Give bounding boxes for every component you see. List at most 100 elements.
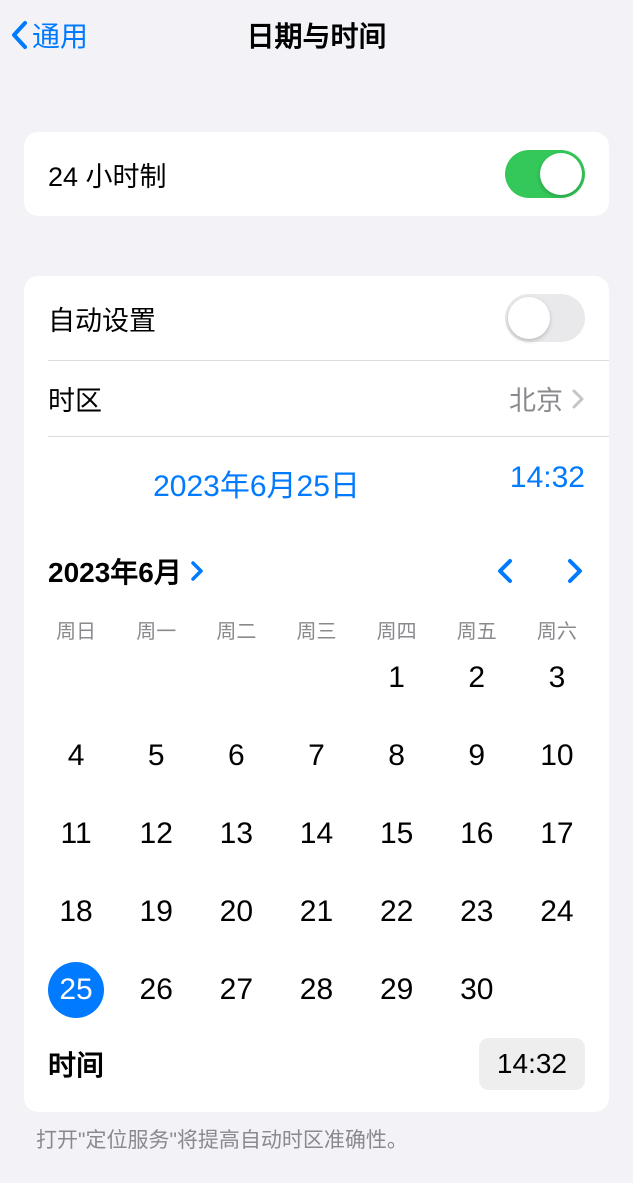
day-number: 30	[449, 962, 505, 1018]
timezone-value-wrap: 北京	[509, 379, 585, 418]
footnote: 打开"定位服务"将提高自动时区准确性。	[0, 1112, 633, 1154]
day-number: 26	[128, 962, 184, 1018]
day-number: 23	[449, 884, 505, 940]
day-cell[interactable]: 6	[196, 728, 276, 784]
day-number: 4	[48, 728, 104, 784]
toggle-knob	[540, 153, 582, 195]
day-cell[interactable]: 27	[196, 962, 276, 1018]
day-number: 25	[48, 962, 104, 1018]
time-display[interactable]: 14:32	[465, 461, 585, 505]
row-auto-set: 自动设置	[24, 276, 609, 360]
month-picker-button[interactable]: 2023年6月	[48, 551, 204, 591]
next-month-button[interactable]	[565, 556, 585, 586]
day-cell[interactable]: 16	[437, 806, 517, 862]
day-cell[interactable]: 10	[517, 728, 597, 784]
toggle-knob	[508, 297, 550, 339]
day-number: 6	[208, 728, 264, 784]
day-number: 13	[208, 806, 264, 862]
day-number: 10	[529, 728, 585, 784]
toggle-auto-set[interactable]	[505, 294, 585, 342]
day-cell[interactable]: 25	[36, 962, 116, 1018]
day-number: 11	[48, 806, 104, 862]
weekday-header: 周日周一周二周三周四周五周六	[24, 601, 609, 650]
day-cell[interactable]: 8	[357, 728, 437, 784]
chevron-left-icon	[10, 20, 30, 50]
nav-bar: 通用 日期与时间	[0, 0, 633, 70]
day-number: 14	[288, 806, 344, 862]
weekday-label: 周二	[196, 615, 276, 644]
back-button[interactable]: 通用	[10, 15, 88, 55]
day-cell[interactable]: 4	[36, 728, 116, 784]
day-cell[interactable]: 30	[437, 962, 517, 1018]
day-cell[interactable]: 9	[437, 728, 517, 784]
day-cell[interactable]: 12	[116, 806, 196, 862]
page-title: 日期与时间	[246, 15, 386, 55]
day-number: 27	[208, 962, 264, 1018]
label-24hour: 24 小时制	[48, 155, 167, 194]
day-cell[interactable]: 2	[437, 650, 517, 706]
day-number: 15	[369, 806, 425, 862]
day-number: 21	[288, 884, 344, 940]
day-cell-empty	[196, 650, 276, 706]
day-number: 19	[128, 884, 184, 940]
day-cell[interactable]: 15	[357, 806, 437, 862]
day-cell[interactable]: 7	[276, 728, 356, 784]
section-24hour: 24 小时制	[24, 132, 609, 216]
day-number: 7	[288, 728, 344, 784]
day-number: 8	[369, 728, 425, 784]
day-cell[interactable]: 26	[116, 962, 196, 1018]
day-cell[interactable]: 17	[517, 806, 597, 862]
row-24hour: 24 小时制	[24, 132, 609, 216]
day-cell-empty	[116, 650, 196, 706]
day-cell[interactable]: 20	[196, 884, 276, 940]
prev-month-button[interactable]	[495, 556, 515, 586]
day-cell[interactable]: 23	[437, 884, 517, 940]
date-time-display-row: 2023年6月25日 14:32	[24, 437, 609, 523]
day-number: 9	[449, 728, 505, 784]
day-cell[interactable]: 5	[116, 728, 196, 784]
time-row: 时间 14:32	[24, 1028, 609, 1112]
day-number: 22	[369, 884, 425, 940]
calendar-grid: 1234567891011121314151617181920212223242…	[24, 650, 609, 1028]
day-cell-empty	[36, 650, 116, 706]
row-timezone[interactable]: 时区 北京	[24, 361, 609, 436]
day-number: 24	[529, 884, 585, 940]
month-arrows	[495, 556, 585, 586]
day-number: 20	[208, 884, 264, 940]
weekday-label: 周五	[437, 615, 517, 644]
day-number: 3	[529, 650, 585, 706]
day-cell[interactable]: 13	[196, 806, 276, 862]
day-cell[interactable]: 14	[276, 806, 356, 862]
day-cell[interactable]: 11	[36, 806, 116, 862]
day-number: 28	[288, 962, 344, 1018]
chevron-right-icon	[571, 388, 585, 410]
label-auto-set: 自动设置	[48, 299, 156, 338]
day-cell[interactable]: 18	[36, 884, 116, 940]
day-cell[interactable]: 24	[517, 884, 597, 940]
weekday-label: 周六	[517, 615, 597, 644]
day-cell[interactable]: 22	[357, 884, 437, 940]
day-cell[interactable]: 21	[276, 884, 356, 940]
toggle-24hour[interactable]	[505, 150, 585, 198]
day-number: 5	[128, 728, 184, 784]
section-datetime: 自动设置 时区 北京 2023年6月25日 14:32 2023年6月	[24, 276, 609, 1112]
day-number: 2	[449, 650, 505, 706]
time-picker-button[interactable]: 14:32	[479, 1038, 585, 1090]
weekday-label: 周三	[276, 615, 356, 644]
weekday-label: 周四	[357, 615, 437, 644]
day-cell[interactable]: 29	[357, 962, 437, 1018]
day-cell[interactable]: 3	[517, 650, 597, 706]
month-label: 2023年6月	[48, 551, 182, 591]
day-cell[interactable]: 28	[276, 962, 356, 1018]
month-nav: 2023年6月	[24, 523, 609, 601]
back-label: 通用	[32, 15, 88, 55]
label-timezone: 时区	[48, 379, 102, 418]
date-display[interactable]: 2023年6月25日	[48, 461, 465, 505]
day-cell[interactable]: 1	[357, 650, 437, 706]
day-number: 29	[369, 962, 425, 1018]
day-number: 18	[48, 884, 104, 940]
weekday-label: 周一	[116, 615, 196, 644]
day-cell[interactable]: 19	[116, 884, 196, 940]
time-label: 时间	[48, 1044, 104, 1084]
day-number: 16	[449, 806, 505, 862]
